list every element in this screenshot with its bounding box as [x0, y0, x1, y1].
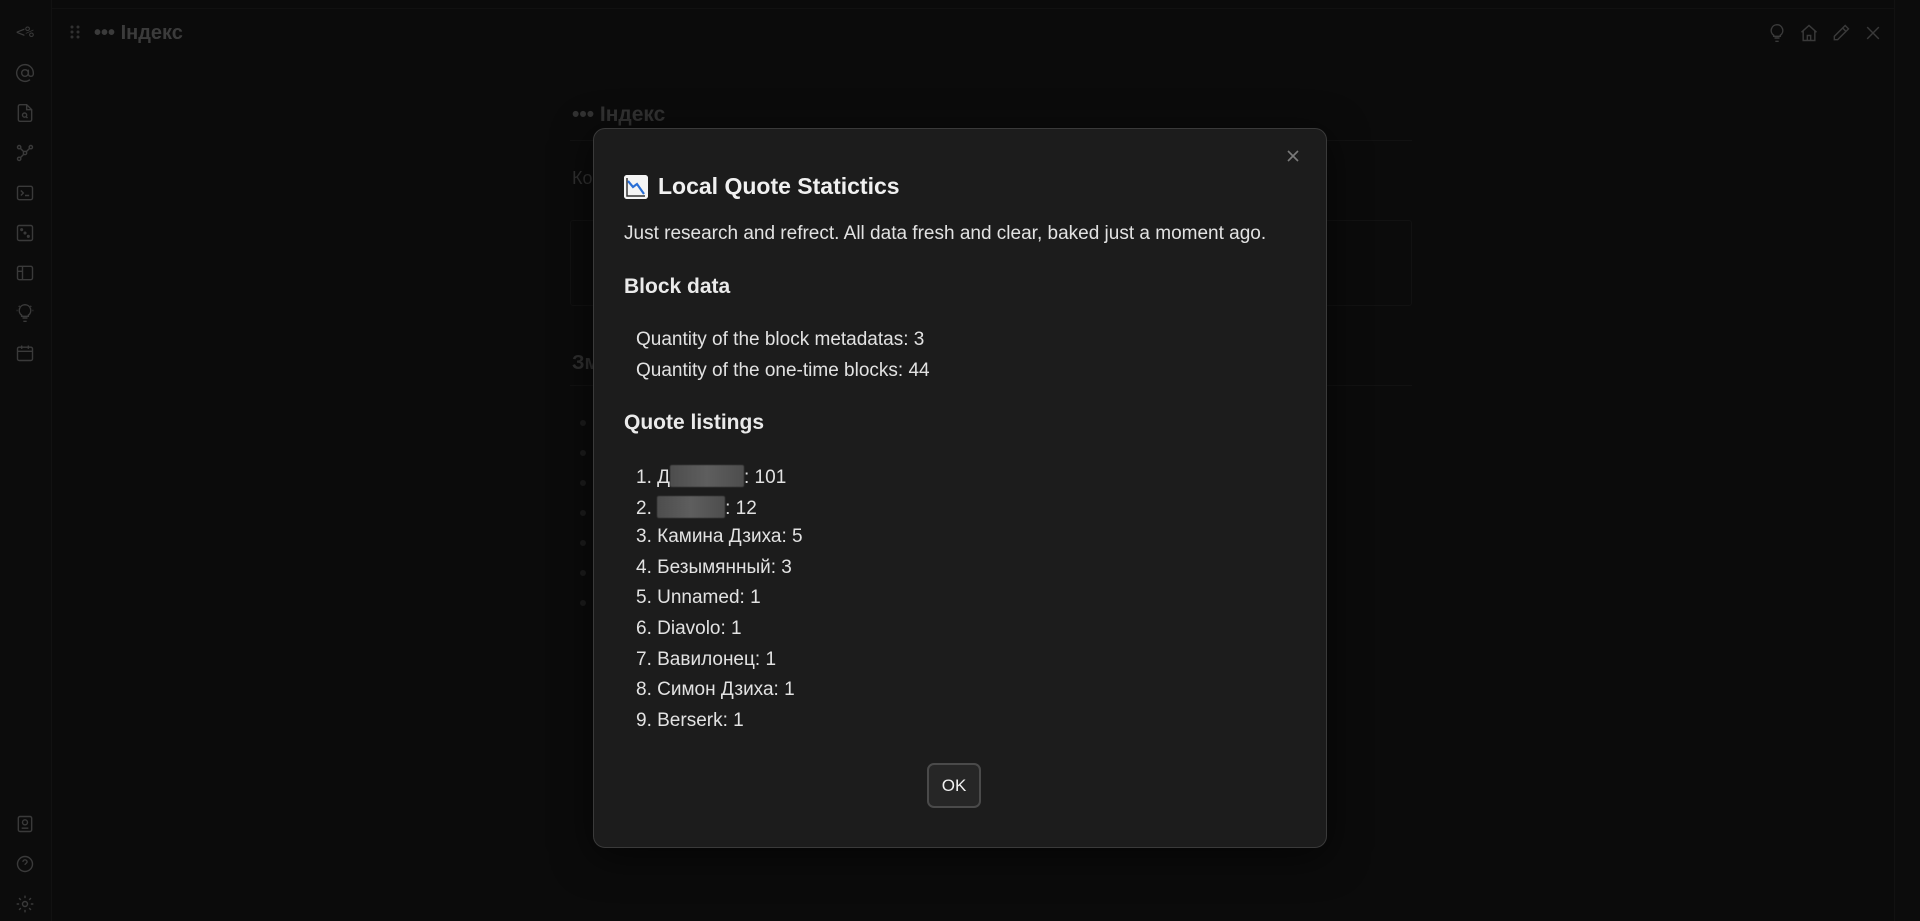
- quote-number: 5.: [636, 587, 658, 609]
- chart-decreasing-icon: [624, 174, 648, 199]
- modal-description: Just research and refrect. All data fres…: [624, 223, 1267, 244]
- quote-list-item: 8. Симон Дзиха: 1: [636, 679, 795, 701]
- redacted-author-name: [657, 495, 726, 518]
- quote-list-item: 5. Unnamed: 1: [636, 587, 761, 609]
- quote-listings-heading: Quote listings: [624, 411, 765, 434]
- quote-author-name: Unnamed: [657, 587, 740, 609]
- quote-count: : 1: [773, 679, 795, 701]
- redacted-author-name: [670, 465, 744, 487]
- modal-title: Local Quote Statictics: [624, 173, 900, 200]
- quote-number: 2.: [636, 497, 658, 519]
- close-icon: [1287, 150, 1299, 162]
- statistics-modal: Local Quote Statictics Just research and…: [593, 128, 1327, 848]
- quote-count: : 1: [739, 587, 761, 609]
- quote-number: 8.: [636, 679, 658, 701]
- quote-number: 3.: [636, 526, 658, 548]
- quote-count: : 1: [720, 618, 742, 639]
- block-metadatas-stat: Quantity of the block metadatas: 3: [636, 329, 925, 350]
- quote-number: 6.: [636, 618, 658, 639]
- quote-list-item: 3. Камина Дзиха: 5: [636, 526, 803, 548]
- one-time-blocks-stat: Quantity of the one-time blocks: 44: [636, 360, 930, 381]
- modal-close-button[interactable]: [1282, 145, 1304, 167]
- quote-number: 7.: [636, 648, 658, 670]
- quote-list-item: 2. : 12: [636, 495, 757, 520]
- quote-count: : 1: [722, 709, 744, 731]
- quote-author-name: Симон Дзиха: [657, 679, 774, 701]
- modal-title-text: Local Quote Statictics: [658, 173, 900, 199]
- quote-count: : 3: [770, 556, 792, 578]
- quote-list-item: 7. Вавилонец: 1: [636, 649, 776, 671]
- quote-author-name: Камина Дзиха: [657, 526, 782, 548]
- quote-number: 9.: [636, 709, 658, 731]
- quote-list-item: 9. Berserk: 1: [636, 710, 744, 732]
- app-window: <% ••• Індекс ••• Індекс Ко Зм Local Quo…: [0, 0, 1920, 921]
- quote-count: : 101: [744, 467, 787, 488]
- quote-author-name: Diavolo: [657, 618, 721, 639]
- quote-count: : 12: [725, 497, 757, 519]
- quote-author-name: Вавилонец: [657, 648, 755, 670]
- quote-count: : 5: [781, 526, 803, 548]
- ok-button[interactable]: OK: [927, 763, 981, 808]
- quote-number: 4.: [636, 556, 658, 578]
- quote-author-name: Безымянный: [657, 556, 771, 578]
- block-data-heading: Block data: [624, 275, 731, 298]
- quote-list-item: 6. Diavolo: 1: [636, 618, 742, 640]
- quote-count: : 1: [754, 648, 777, 670]
- quote-list-item: 4. Безымянный: 3: [636, 557, 792, 579]
- quote-author-prefix: Д: [657, 467, 670, 488]
- quote-author-name: Berserk: [657, 709, 723, 731]
- quote-number: 1.: [636, 467, 658, 488]
- quote-list-item: 1. Д : 101: [636, 465, 786, 489]
